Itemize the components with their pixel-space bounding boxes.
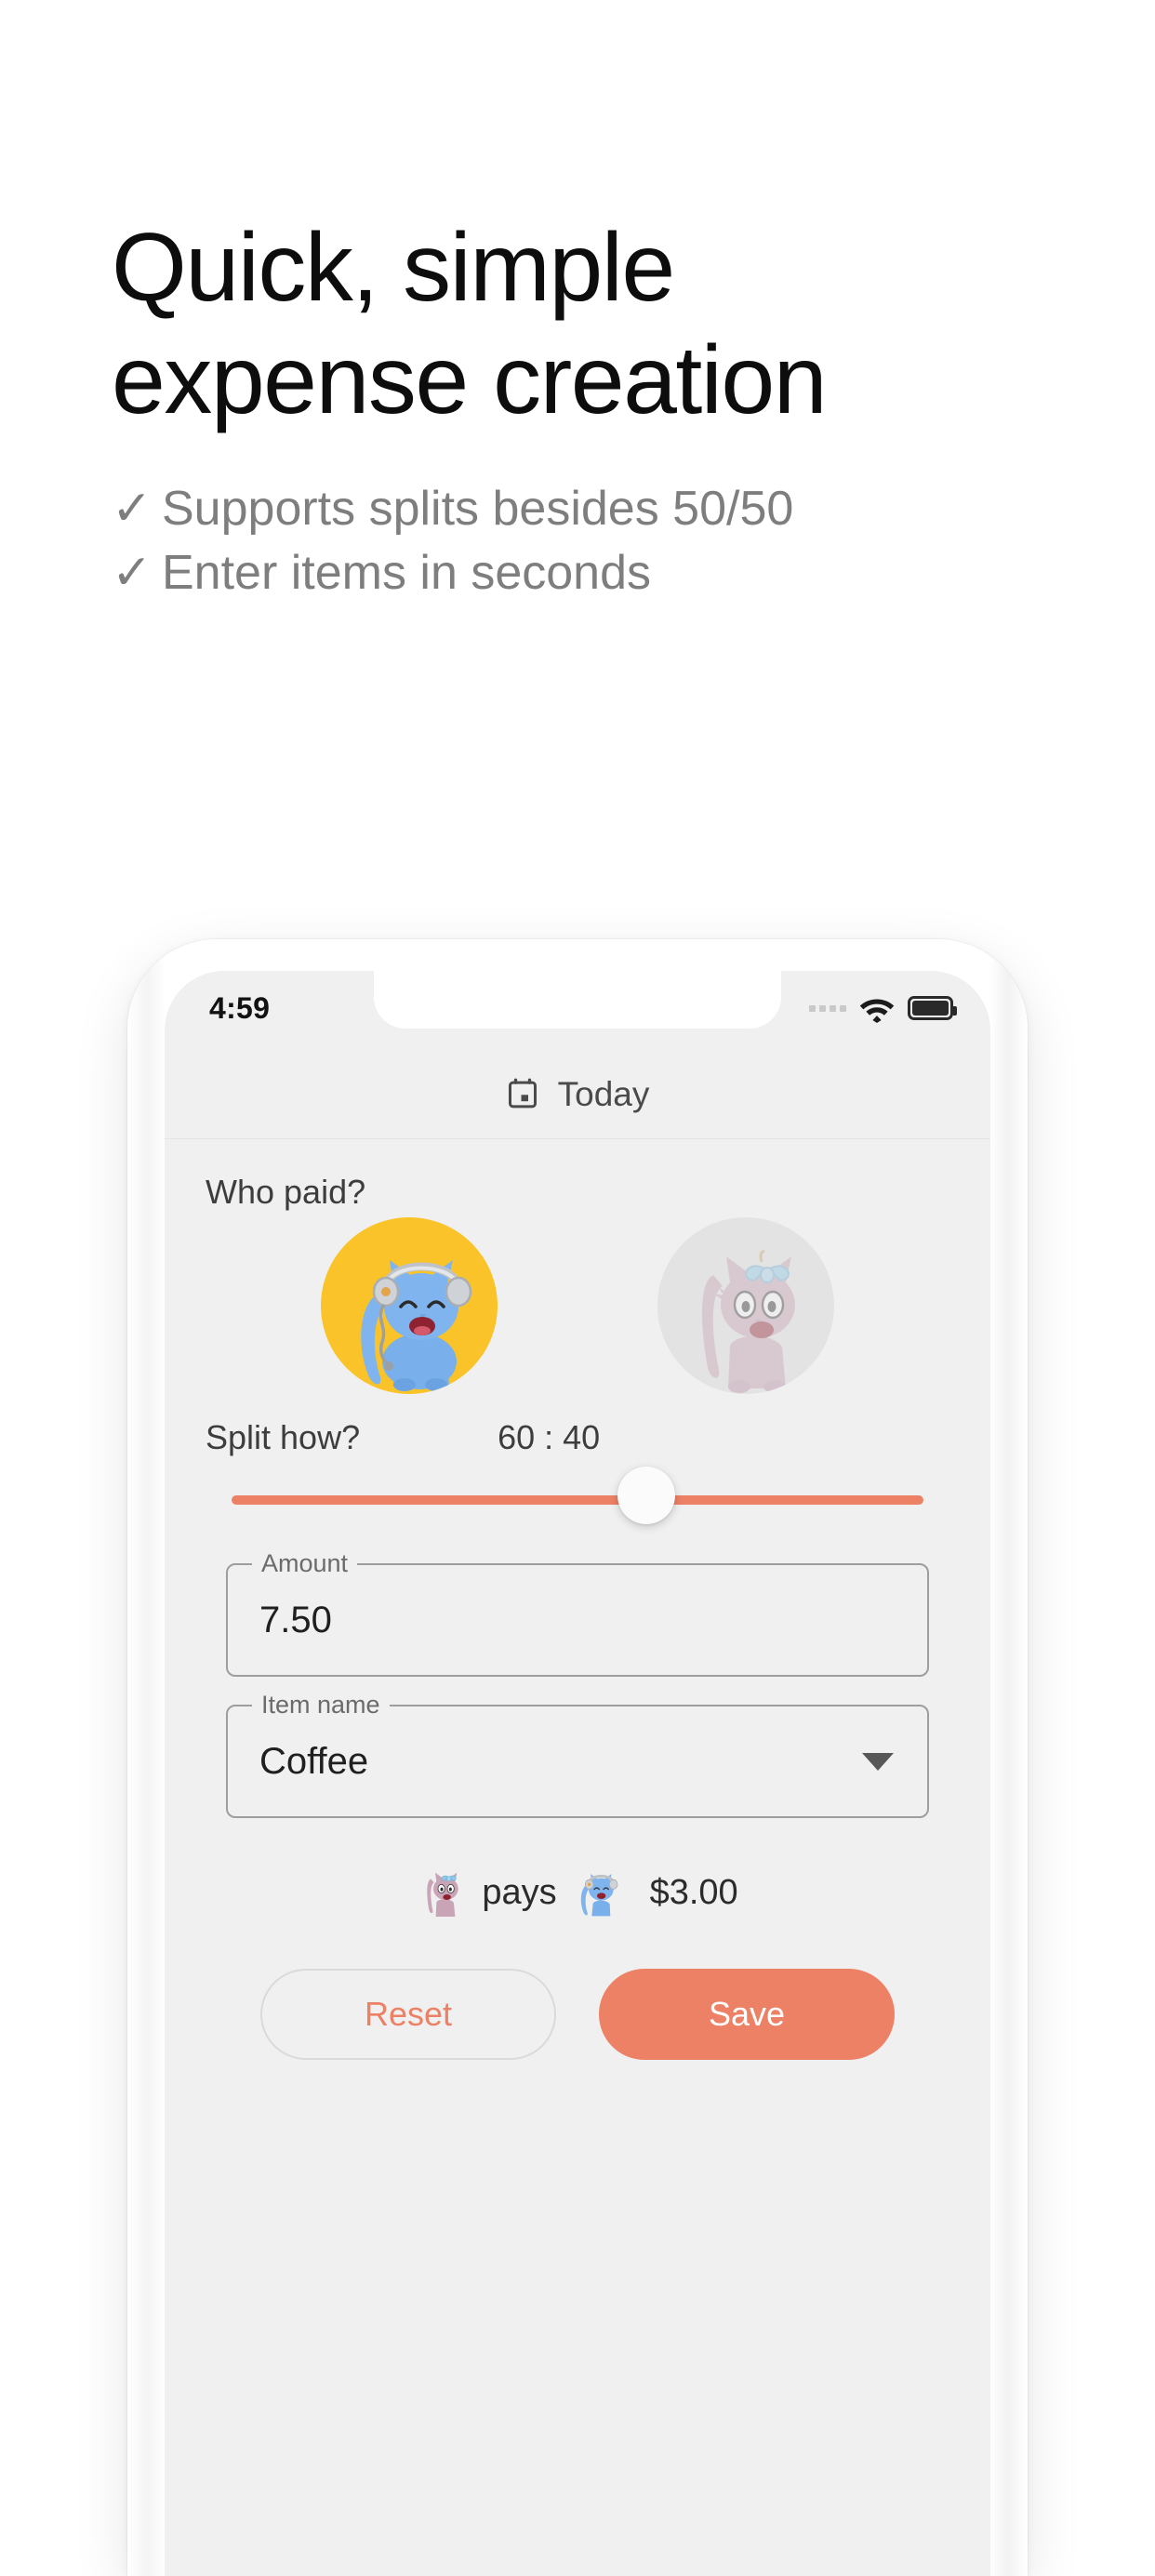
signal-dots-icon xyxy=(809,1004,846,1012)
blue-cat-headphones-avatar-icon xyxy=(361,1260,472,1391)
blue-cat-headphones-icon xyxy=(580,1874,618,1917)
promo-bullet: ✓ Supports splits besides 50/50 xyxy=(112,477,1051,541)
status-bar: 4:59 xyxy=(165,971,990,1051)
pink-cat-bow-icon xyxy=(427,1872,458,1917)
app-bar: Today xyxy=(165,1051,990,1139)
pink-cat-bow-avatar-icon xyxy=(701,1249,795,1393)
amount-field[interactable]: Amount 7.50 xyxy=(226,1549,929,1677)
summary-verb: pays xyxy=(482,1872,557,1912)
promo-bullet: ✓ Enter items in seconds xyxy=(112,541,1051,605)
summary-amount: $3.00 xyxy=(649,1872,738,1912)
promo-bullet-list: ✓ Supports splits besides 50/50 ✓ Enter it… xyxy=(112,477,1051,604)
slider-track[interactable] xyxy=(232,1495,923,1505)
item-name-field[interactable]: Item name Coffee xyxy=(226,1691,929,1818)
status-time: 4:59 xyxy=(209,991,271,1025)
chevron-down-icon[interactable] xyxy=(862,1752,894,1771)
promo-bullet-text: Supports splits besides 50/50 xyxy=(162,482,794,537)
page-title: Quick, simple expense creation xyxy=(112,212,1051,436)
wifi-icon xyxy=(859,999,895,1023)
who-paid-label: Who paid? xyxy=(206,1173,366,1211)
split-value: 60 : 40 xyxy=(498,1418,601,1456)
phone-screen: 4:59 Today Who paid? Split how? 60: 40 … xyxy=(165,971,990,2576)
split-label: Split how? xyxy=(206,1418,361,1456)
payer-option-pink-cat[interactable] xyxy=(657,1217,834,1394)
slider-thumb[interactable] xyxy=(617,1467,676,1524)
item-name-field-value[interactable]: Coffee xyxy=(228,1741,368,1783)
app-bar-title: Today xyxy=(557,1075,650,1113)
calendar-icon xyxy=(508,1078,537,1109)
phone-mockup: 4:59 Today Who paid? Split how? 60: 40 … xyxy=(127,939,1028,2576)
form-actions: Reset Save xyxy=(206,1969,949,2060)
settlement-summary: pays $3.00 xyxy=(206,1866,949,1919)
promo-bullet-text: Enter items in seconds xyxy=(162,545,652,600)
amount-field-label: Amount xyxy=(252,1549,358,1578)
status-indicators xyxy=(809,993,957,1023)
amount-field-value[interactable]: 7.50 xyxy=(228,1600,332,1641)
check-icon: ✓ xyxy=(112,482,153,537)
phone-notch xyxy=(374,971,781,1029)
split-slider[interactable] xyxy=(232,1467,923,1535)
promo-block: Quick, simple expense creation ✓ Supports… xyxy=(112,212,1051,605)
save-button[interactable]: Save xyxy=(599,1969,895,2060)
payer-option-blue-cat[interactable] xyxy=(321,1217,498,1394)
reset-button[interactable]: Reset xyxy=(260,1969,556,2060)
promo-title-line2: expense creation xyxy=(112,325,828,434)
item-name-field-label: Item name xyxy=(252,1691,390,1720)
split-row: Split how? 60 : 40 xyxy=(206,1418,949,1457)
payer-selector xyxy=(206,1217,949,1394)
expense-form: Who paid? Split how? 60: 40 Amount 7.50… xyxy=(165,1173,990,2060)
battery-full-icon xyxy=(908,996,957,1020)
promo-title-line1: Quick, simple xyxy=(112,214,675,322)
check-icon: ✓ xyxy=(112,545,153,600)
